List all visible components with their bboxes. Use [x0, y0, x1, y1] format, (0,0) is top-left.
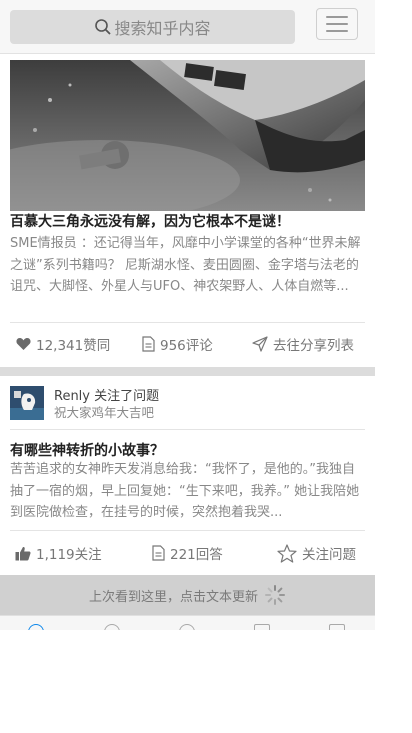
article-excerpt[interactable]: SME情报员 ：还记得当年，风靡中小学课堂的各种“世界未解之谜”系列书籍吗？ 尼… — [10, 233, 365, 298]
comment-button[interactable]: 956评论 — [142, 334, 213, 354]
follows-count: 1,119关注 — [36, 547, 102, 563]
tab-notifications-icon[interactable] — [179, 624, 195, 630]
divider — [10, 429, 365, 430]
follow-question-label: 关注问题 — [302, 547, 356, 563]
like-count: 12,341赞同 — [36, 338, 111, 354]
search-placeholder: 搜索知乎内容 — [114, 19, 211, 38]
thumbs-up-icon — [15, 546, 31, 560]
answers-button[interactable]: 221回答 — [152, 543, 223, 563]
menu-line — [326, 30, 348, 32]
refresh-bar[interactable]: 上次看到这里，点击文本更新 — [0, 575, 375, 615]
search-icon — [95, 19, 112, 35]
refresh-label: 上次看到这里，点击文本更新 — [88, 589, 258, 605]
question-title[interactable]: 有哪些神转折的小故事？ — [10, 440, 164, 460]
tab-profile-icon[interactable] — [329, 624, 345, 630]
share-label: 去往分享列表 — [273, 338, 354, 354]
like-button[interactable]: 12,341赞同 — [16, 334, 110, 354]
tab-messages-icon[interactable] — [254, 624, 270, 630]
comment-count: 956评论 — [160, 338, 213, 354]
search-box[interactable]: 搜索知乎内容 — [10, 10, 295, 44]
hamburger-menu-button[interactable] — [316, 8, 358, 40]
answer-excerpt[interactable]: 苦苦追求的女神昨天发消息给我：“我怀了，是他的。”我独自抽了一宿的烟，早上回复她… — [10, 459, 366, 524]
article-action-bar: 12,341赞同 956评论 去往分享列表 — [10, 334, 365, 354]
article-cover-image[interactable] — [10, 60, 365, 211]
app-root: 搜索知乎内容 百慕大三角永远没有解，因为它根本不是谜！ SME情报员 ：还记得当… — [0, 0, 375, 733]
document-icon — [152, 545, 165, 561]
tab-explore-icon[interactable] — [104, 624, 120, 630]
divider — [10, 322, 365, 323]
star-icon — [277, 543, 297, 563]
document-icon — [142, 336, 155, 352]
divider — [10, 530, 365, 531]
answers-count: 221回答 — [170, 547, 223, 563]
feed-user-bio: 祝大家鸡年大吉吧 — [54, 405, 155, 420]
loading-spinner-icon — [265, 585, 285, 605]
avatar-image — [10, 386, 44, 420]
paper-plane-icon — [252, 336, 268, 352]
follows-button[interactable]: 1,119关注 — [15, 543, 102, 563]
tab-home-icon[interactable] — [28, 624, 44, 630]
menu-line — [326, 23, 348, 25]
menu-line — [326, 16, 348, 18]
avatar[interactable] — [10, 386, 44, 420]
question-action-bar: 1,119关注 221回答 关注问题 — [10, 543, 365, 563]
top-bar: 搜索知乎内容 — [0, 0, 375, 54]
shipwreck-image — [10, 60, 365, 211]
article-title[interactable]: 百慕大三角永远没有解，因为它根本不是谜！ — [10, 212, 370, 232]
heart-icon — [16, 338, 31, 350]
bottom-tab-bar — [0, 615, 375, 630]
card-separator — [0, 367, 375, 376]
share-button[interactable]: 去往分享列表 — [252, 334, 354, 354]
follow-question-button[interactable]: 关注问题 — [277, 543, 356, 563]
